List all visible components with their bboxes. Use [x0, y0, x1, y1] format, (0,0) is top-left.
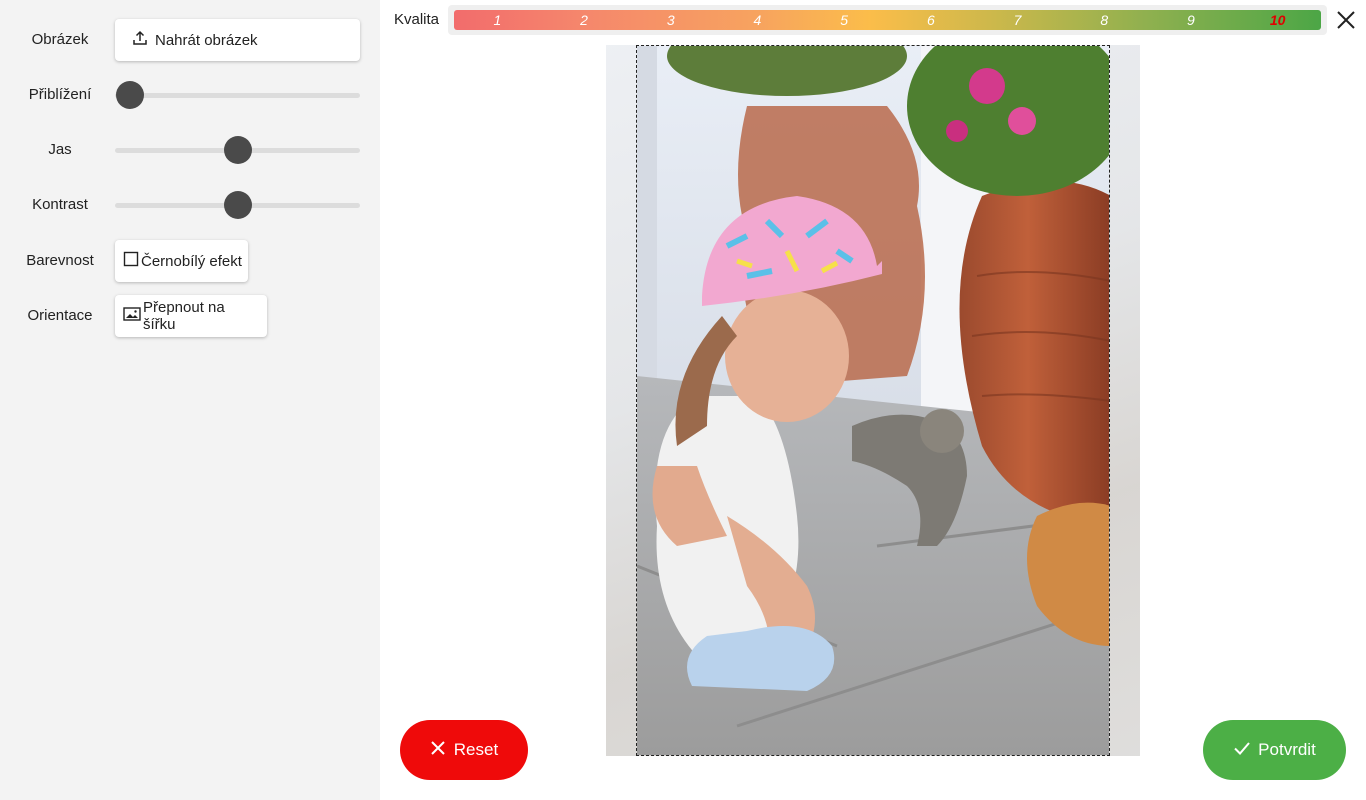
image-label: Obrázek	[31, 31, 89, 48]
contrast-label: Kontrast	[32, 196, 88, 213]
zoom-slider-thumb[interactable]	[115, 81, 144, 109]
upload-image-button[interactable]: Nahrát obrázek	[115, 19, 360, 61]
bw-effect-label: Černobílý efekt	[141, 252, 242, 270]
orientation-label: Orientace	[27, 307, 93, 324]
quality-level-9[interactable]: 9	[1181, 10, 1201, 30]
zoom-slider-track[interactable]	[115, 93, 360, 98]
upload-image-label: Nahrát obrázek	[155, 31, 258, 49]
contrast-row: Kontrast	[0, 183, 380, 227]
zoom-row: Přiblížení	[0, 73, 380, 117]
quality-level-5[interactable]: 5	[834, 10, 854, 30]
brightness-row: Jas	[0, 128, 380, 172]
contrast-slider[interactable]	[115, 183, 360, 227]
quality-level-3[interactable]: 3	[661, 10, 681, 30]
quality-level-6[interactable]: 6	[921, 10, 941, 30]
quality-level-1[interactable]: 1	[487, 10, 507, 30]
image-row: Obrázek Nahrát obrázek	[0, 18, 380, 62]
contrast-slider-thumb[interactable]	[223, 191, 252, 219]
brightness-label: Jas	[48, 141, 72, 158]
reset-button[interactable]: Reset	[400, 720, 528, 780]
color-label: Barevnost	[26, 252, 94, 269]
bw-effect-toggle[interactable]: Černobílý efekt	[115, 240, 248, 282]
settings-sidebar: Obrázek Nahrát obrázek Přiblížení Jas Ko…	[0, 0, 380, 800]
quality-selector: 1 2 3 4 5 6 7 8 9 10	[448, 5, 1327, 35]
brightness-slider-thumb[interactable]	[223, 136, 252, 164]
orientation-row: Orientace Přepnout na šířku	[0, 294, 380, 338]
zoom-slider[interactable]	[115, 73, 360, 117]
quality-level-2[interactable]: 2	[574, 10, 594, 30]
close-button[interactable]	[1334, 8, 1358, 32]
upload-icon	[132, 30, 148, 50]
quality-level-10[interactable]: 10	[1268, 10, 1288, 30]
close-icon	[430, 740, 446, 761]
brightness-slider[interactable]	[115, 128, 360, 172]
quality-label: Kvalita	[394, 11, 440, 28]
photo	[637, 46, 1109, 755]
quality-level-7[interactable]: 7	[1008, 10, 1028, 30]
switch-landscape-label: Přepnout na šířku	[143, 299, 225, 333]
quality-level-8[interactable]: 8	[1094, 10, 1114, 30]
color-row: Barevnost Černobílý efekt	[0, 239, 380, 283]
zoom-label: Přiblížení	[28, 86, 92, 103]
quality-level-4[interactable]: 4	[747, 10, 767, 30]
image-icon	[123, 306, 141, 326]
switch-landscape-button[interactable]: Přepnout na šířku	[115, 295, 267, 337]
quality-scale[interactable]: 1 2 3 4 5 6 7 8 9 10	[454, 10, 1321, 30]
check-icon	[1233, 740, 1251, 761]
close-icon	[1337, 11, 1355, 29]
reset-label: Reset	[453, 740, 499, 759]
confirm-label: Potvrdit	[1258, 740, 1316, 759]
photo-crop-area[interactable]	[636, 45, 1110, 756]
checkbox-icon	[123, 251, 139, 271]
confirm-button[interactable]: Potvrdit	[1203, 720, 1346, 780]
